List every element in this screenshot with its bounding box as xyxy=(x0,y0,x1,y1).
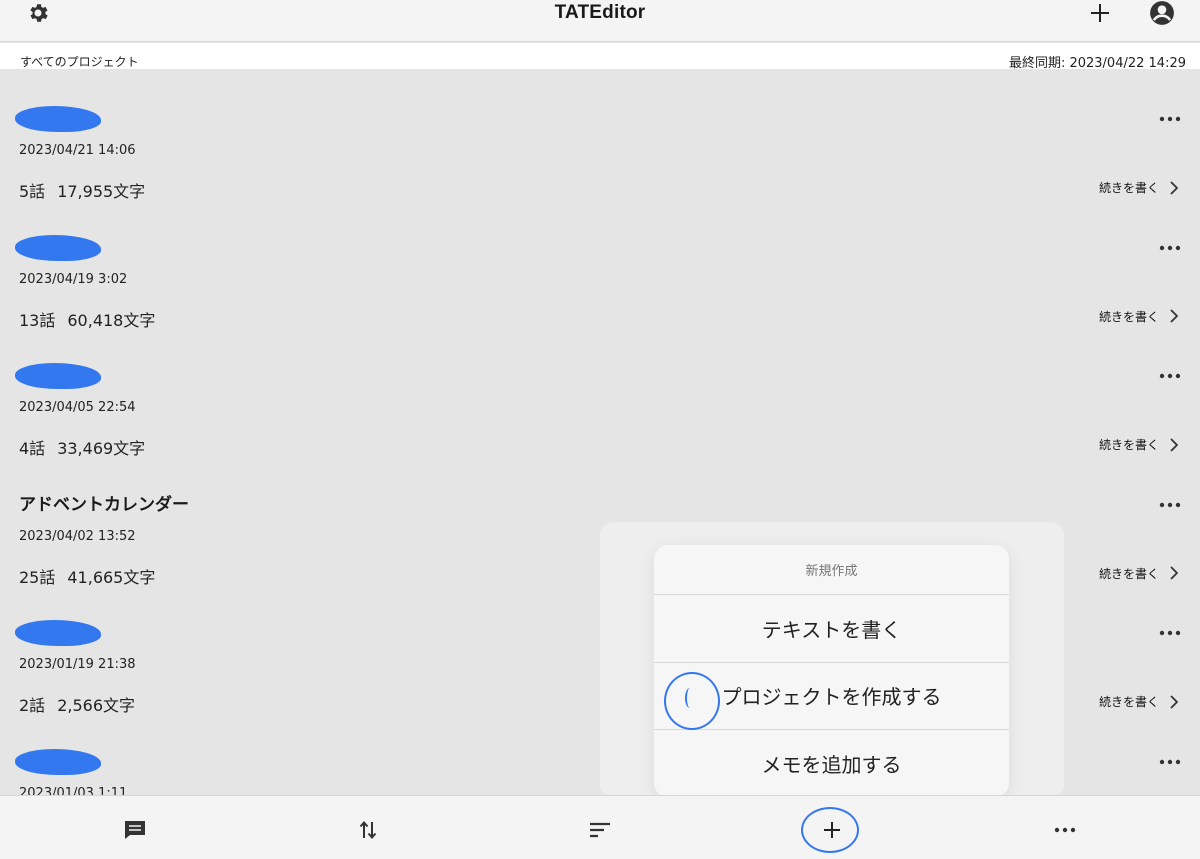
bottom-toolbar xyxy=(0,795,1200,859)
more-button[interactable] xyxy=(1050,818,1080,842)
ellipsis-icon xyxy=(1159,630,1181,636)
project-row[interactable]: 2023/04/19 3:02 13話 60,418文字 続きを書く xyxy=(0,198,1200,330)
continue-writing-button[interactable]: 続きを書く xyxy=(1099,565,1178,582)
filter-lines-icon xyxy=(590,822,610,838)
continue-writing-button[interactable]: 続きを書く xyxy=(1099,693,1178,710)
chevron-right-icon xyxy=(1169,437,1178,452)
plus-icon xyxy=(824,822,840,838)
ellipsis-icon xyxy=(1159,245,1181,250)
continue-label: 続きを書く xyxy=(1098,695,1159,709)
chevron-right-icon xyxy=(1169,694,1178,709)
more-options-button[interactable] xyxy=(1156,752,1184,772)
add-memo-option[interactable]: メモを追加する xyxy=(654,730,1009,797)
more-options-button[interactable] xyxy=(1156,366,1184,386)
sort-button[interactable] xyxy=(353,818,383,842)
project-date: 2023/04/21 14:06 xyxy=(19,143,136,158)
project-name xyxy=(15,747,109,775)
project-name: アドベントカレンダー xyxy=(19,494,189,515)
project-date: 2023/04/02 13:52 xyxy=(19,528,136,544)
more-options-button[interactable] xyxy=(1156,109,1184,129)
project-name xyxy=(15,104,109,132)
comment-icon xyxy=(125,821,145,839)
ellipsis-icon xyxy=(1159,373,1181,379)
continue-label: 続きを書く xyxy=(1098,181,1159,195)
project-name xyxy=(15,618,109,646)
chevron-right-icon xyxy=(1169,309,1178,323)
continue-writing-button[interactable]: 続きを書く xyxy=(1099,436,1178,453)
filter-button[interactable] xyxy=(585,818,615,842)
more-options-button[interactable] xyxy=(1156,238,1184,258)
chevron-right-icon xyxy=(1169,566,1178,580)
account-circle-icon xyxy=(1150,1,1174,25)
project-row[interactable]: 2023/04/05 22:54 4話 33,469文字 続きを書く xyxy=(0,326,1200,458)
continue-writing-button[interactable]: 続きを書く xyxy=(1099,308,1178,325)
project-row[interactable]: 2023/04/21 14:06 5話 17,955文字 続きを書く xyxy=(0,69,1200,201)
ellipsis-icon xyxy=(1159,116,1181,122)
project-scope-label: すべてのプロジェクト xyxy=(20,55,139,69)
project-date: 2023/04/05 22:54 xyxy=(19,400,136,415)
project-date: 2023/01/19 21:38 xyxy=(19,657,136,672)
list-subheader: すべてのプロジェクト 最終同期: 2023/04/22 14:29 xyxy=(0,43,1200,71)
account-button[interactable] xyxy=(1148,0,1176,26)
sort-arrows-icon xyxy=(359,820,377,840)
app-title: TATEditor xyxy=(554,2,646,23)
ellipsis-icon xyxy=(1159,502,1181,507)
project-name xyxy=(15,233,109,261)
comment-button[interactable] xyxy=(120,818,150,842)
project-date: 2023/04/19 3:02 xyxy=(19,271,128,287)
project-name xyxy=(15,361,109,389)
continue-label: 続きを書く xyxy=(1098,309,1159,324)
popover-title: 新規作成 xyxy=(654,545,1009,595)
add-button[interactable] xyxy=(1087,0,1113,26)
continue-writing-button[interactable]: 続きを書く xyxy=(1099,179,1178,196)
continue-label: 続きを書く xyxy=(1098,438,1159,452)
new-item-popover: 新規作成 テキストを書く プロジェクトを作成する メモを追加する xyxy=(654,545,1009,797)
top-navigation-bar: TATEditor xyxy=(0,0,1200,42)
annotation-circle xyxy=(664,672,720,730)
create-new-button[interactable] xyxy=(817,818,847,842)
more-options-button[interactable] xyxy=(1156,623,1184,643)
ellipsis-icon xyxy=(1159,759,1181,764)
ellipsis-icon xyxy=(1054,827,1076,833)
more-options-button[interactable] xyxy=(1156,495,1184,515)
continue-label: 続きを書く xyxy=(1098,566,1159,581)
write-text-option[interactable]: テキストを書く xyxy=(654,595,1009,663)
chevron-right-icon xyxy=(1169,180,1178,195)
plus-icon xyxy=(1091,4,1109,22)
